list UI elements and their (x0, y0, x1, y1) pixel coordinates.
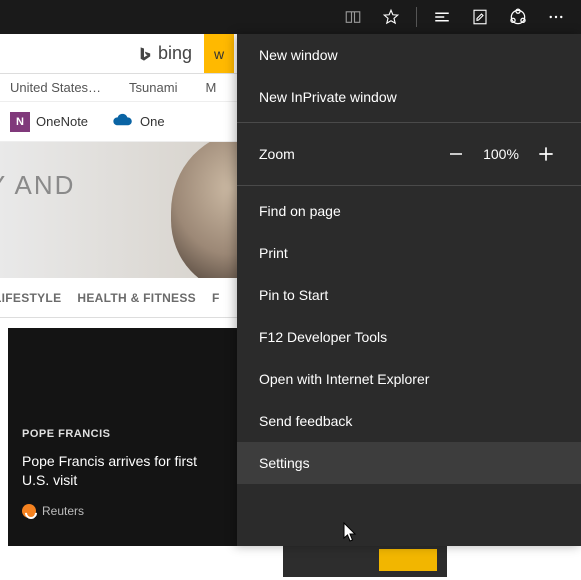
more-icon[interactable] (539, 0, 573, 34)
web-note-icon[interactable] (463, 0, 497, 34)
menu-feedback[interactable]: Send feedback (237, 400, 581, 442)
category-tab[interactable]: LIFESTYLE (0, 291, 61, 305)
hero-text: TY AND (0, 170, 75, 201)
reading-view-icon[interactable] (336, 0, 370, 34)
more-menu: New window New InPrivate window Zoom 100… (237, 34, 581, 546)
menu-find[interactable]: Find on page (237, 190, 581, 232)
favorite-star-icon[interactable] (374, 0, 408, 34)
zoom-value: 100% (473, 146, 529, 162)
category-tab[interactable]: F (212, 291, 220, 305)
menu-settings[interactable]: Settings (237, 442, 581, 484)
bing-label: bing (158, 43, 192, 64)
menu-f12[interactable]: F12 Developer Tools (237, 316, 581, 358)
onedrive-label: One (140, 114, 165, 129)
bing-logo[interactable]: bing (124, 34, 204, 73)
story-source: Reuters (22, 504, 84, 518)
onenote-icon: N (10, 112, 30, 132)
share-icon[interactable] (501, 0, 535, 34)
onenote-label: OneNote (36, 114, 88, 129)
cursor-icon (343, 522, 359, 544)
news-card[interactable]: POPE FRANCIS Pope Francis arrives for fi… (8, 328, 238, 546)
news-topic[interactable]: M (205, 80, 216, 95)
category-tab[interactable]: HEALTH & FITNESS (77, 291, 196, 305)
menu-open-ie[interactable]: Open with Internet Explorer (237, 358, 581, 400)
news-topic[interactable]: United States… (10, 80, 101, 95)
onedrive-app-link[interactable]: One (112, 113, 165, 130)
menu-new-window[interactable]: New window (237, 34, 581, 76)
titlebar (0, 0, 581, 34)
menu-new-inprivate[interactable]: New InPrivate window (237, 76, 581, 118)
story-tag: POPE FRANCIS (22, 428, 111, 440)
news-topic[interactable]: Tsunami (129, 80, 177, 95)
onedrive-icon (112, 113, 134, 130)
story-headline: Pope Francis arrives for first U.S. visi… (22, 452, 202, 490)
zoom-label: Zoom (259, 146, 439, 162)
menu-print[interactable]: Print (237, 232, 581, 274)
video-thumbnail[interactable] (280, 540, 450, 580)
menu-zoom-row: Zoom 100% (237, 127, 581, 181)
search-scope-button[interactable]: w (204, 34, 234, 73)
separator (416, 7, 417, 27)
menu-pin[interactable]: Pin to Start (237, 274, 581, 316)
menu-divider (237, 122, 581, 123)
onenote-app-link[interactable]: N OneNote (10, 112, 88, 132)
reuters-icon (22, 504, 36, 518)
menu-divider (237, 185, 581, 186)
ad-button[interactable] (379, 549, 437, 571)
zoom-out-button[interactable] (439, 140, 473, 168)
hub-icon[interactable] (425, 0, 459, 34)
zoom-in-button[interactable] (529, 140, 563, 168)
source-label: Reuters (42, 504, 84, 518)
